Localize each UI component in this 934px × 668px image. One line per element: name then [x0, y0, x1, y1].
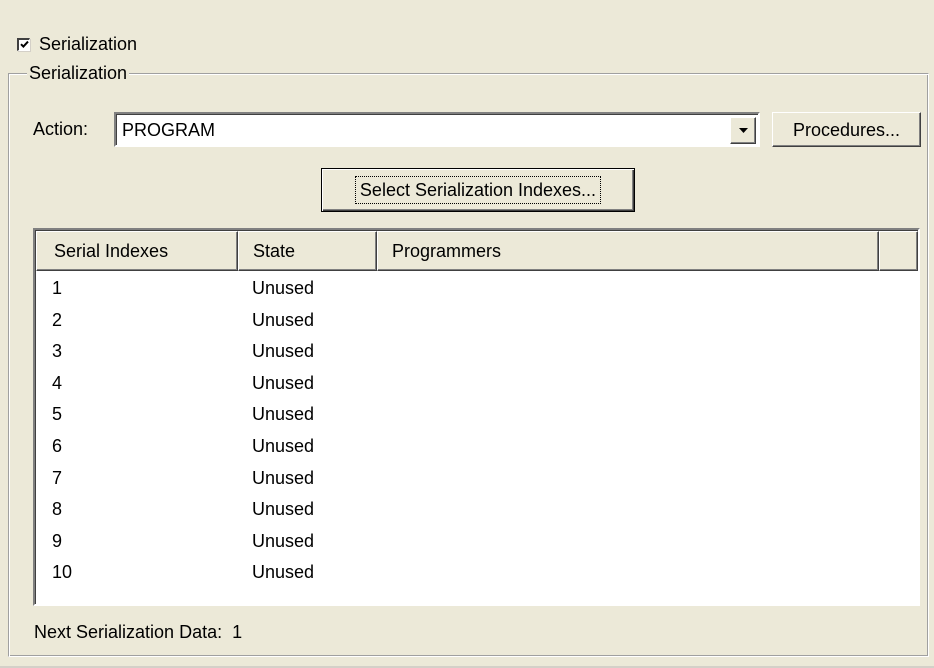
- state-cell: Unused: [252, 467, 315, 488]
- table-row[interactable]: 7 Unused: [36, 463, 918, 495]
- programmers-cell: [377, 368, 918, 400]
- table-row[interactable]: 8 Unused: [36, 494, 918, 526]
- next-serialization-data: Next Serialization Data: 1: [34, 621, 242, 643]
- state-cell: Unused: [252, 341, 315, 362]
- programmers-cell: [377, 494, 918, 526]
- procedures-button[interactable]: Procedures...: [772, 112, 921, 147]
- table-row[interactable]: 5 Unused: [36, 399, 918, 431]
- programmers-cell: [377, 305, 918, 337]
- column-header-programmers[interactable]: Programmers: [377, 231, 879, 271]
- serial-index-cell: 2: [52, 309, 63, 330]
- checkbox-checked-icon[interactable]: [17, 37, 30, 51]
- programmers-cell: [377, 526, 918, 558]
- programmers-cell: [377, 273, 918, 305]
- state-cell: Unused: [252, 309, 315, 330]
- serial-index-cell: 4: [52, 372, 63, 393]
- list-body: 1 Unused 2 Unused 3 Unused 4 Unused 5 Un…: [36, 273, 918, 589]
- group-title: Serialization: [27, 62, 130, 84]
- column-header-state[interactable]: State: [238, 231, 377, 271]
- serial-index-cell: 9: [52, 530, 63, 551]
- state-cell: Unused: [252, 499, 315, 520]
- next-serialization-label: Next Serialization Data:: [34, 622, 223, 642]
- enable-serialization-label: Serialization: [39, 33, 138, 54]
- table-row[interactable]: 3 Unused: [36, 336, 918, 368]
- table-row[interactable]: 9 Unused: [36, 526, 918, 558]
- table-row[interactable]: 2 Unused: [36, 305, 918, 337]
- serial-index-cell: 8: [52, 499, 63, 520]
- serial-index-cell: 10: [52, 562, 73, 583]
- serial-index-cell: 3: [52, 341, 63, 362]
- programmers-cell: [377, 431, 918, 463]
- state-cell: Unused: [252, 530, 315, 551]
- table-row[interactable]: 6 Unused: [36, 431, 918, 463]
- serial-indexes-list[interactable]: Serial Indexes State Programmers 1 Unuse…: [33, 228, 920, 606]
- state-cell: Unused: [252, 404, 315, 425]
- action-label: Action:: [33, 119, 89, 139]
- serial-index-cell: 1: [52, 278, 63, 298]
- serial-index-cell: 5: [52, 404, 63, 425]
- state-cell: Unused: [252, 562, 315, 583]
- programmers-cell: [377, 399, 918, 431]
- column-header-filler: [879, 231, 918, 271]
- table-row[interactable]: 4 Unused: [36, 368, 918, 400]
- state-cell: Unused: [252, 435, 315, 456]
- enable-serialization-checkbox[interactable]: Serialization: [17, 33, 137, 55]
- list-header: Serial Indexes State Programmers: [36, 231, 918, 271]
- table-row[interactable]: 10 Unused: [36, 557, 918, 589]
- select-serialization-indexes-button[interactable]: Select Serialization Indexes...: [321, 168, 635, 212]
- action-value: PROGRAM: [122, 120, 216, 140]
- programmers-cell: [377, 463, 918, 495]
- serial-index-cell: 6: [52, 435, 63, 456]
- programmers-cell: [377, 557, 918, 589]
- state-cell: Unused: [252, 278, 315, 298]
- action-select[interactable]: PROGRAM: [114, 112, 760, 147]
- next-serialization-value: 1: [232, 622, 243, 642]
- programmers-cell: [377, 336, 918, 368]
- column-header-serial-indexes[interactable]: Serial Indexes: [36, 231, 238, 271]
- table-row[interactable]: 1 Unused: [36, 273, 918, 305]
- serial-index-cell: 7: [52, 467, 63, 488]
- chevron-down-icon: [738, 128, 748, 133]
- select-serialization-indexes-label: Select Serialization Indexes...: [354, 176, 602, 204]
- dropdown-button[interactable]: [730, 117, 756, 144]
- state-cell: Unused: [252, 372, 315, 393]
